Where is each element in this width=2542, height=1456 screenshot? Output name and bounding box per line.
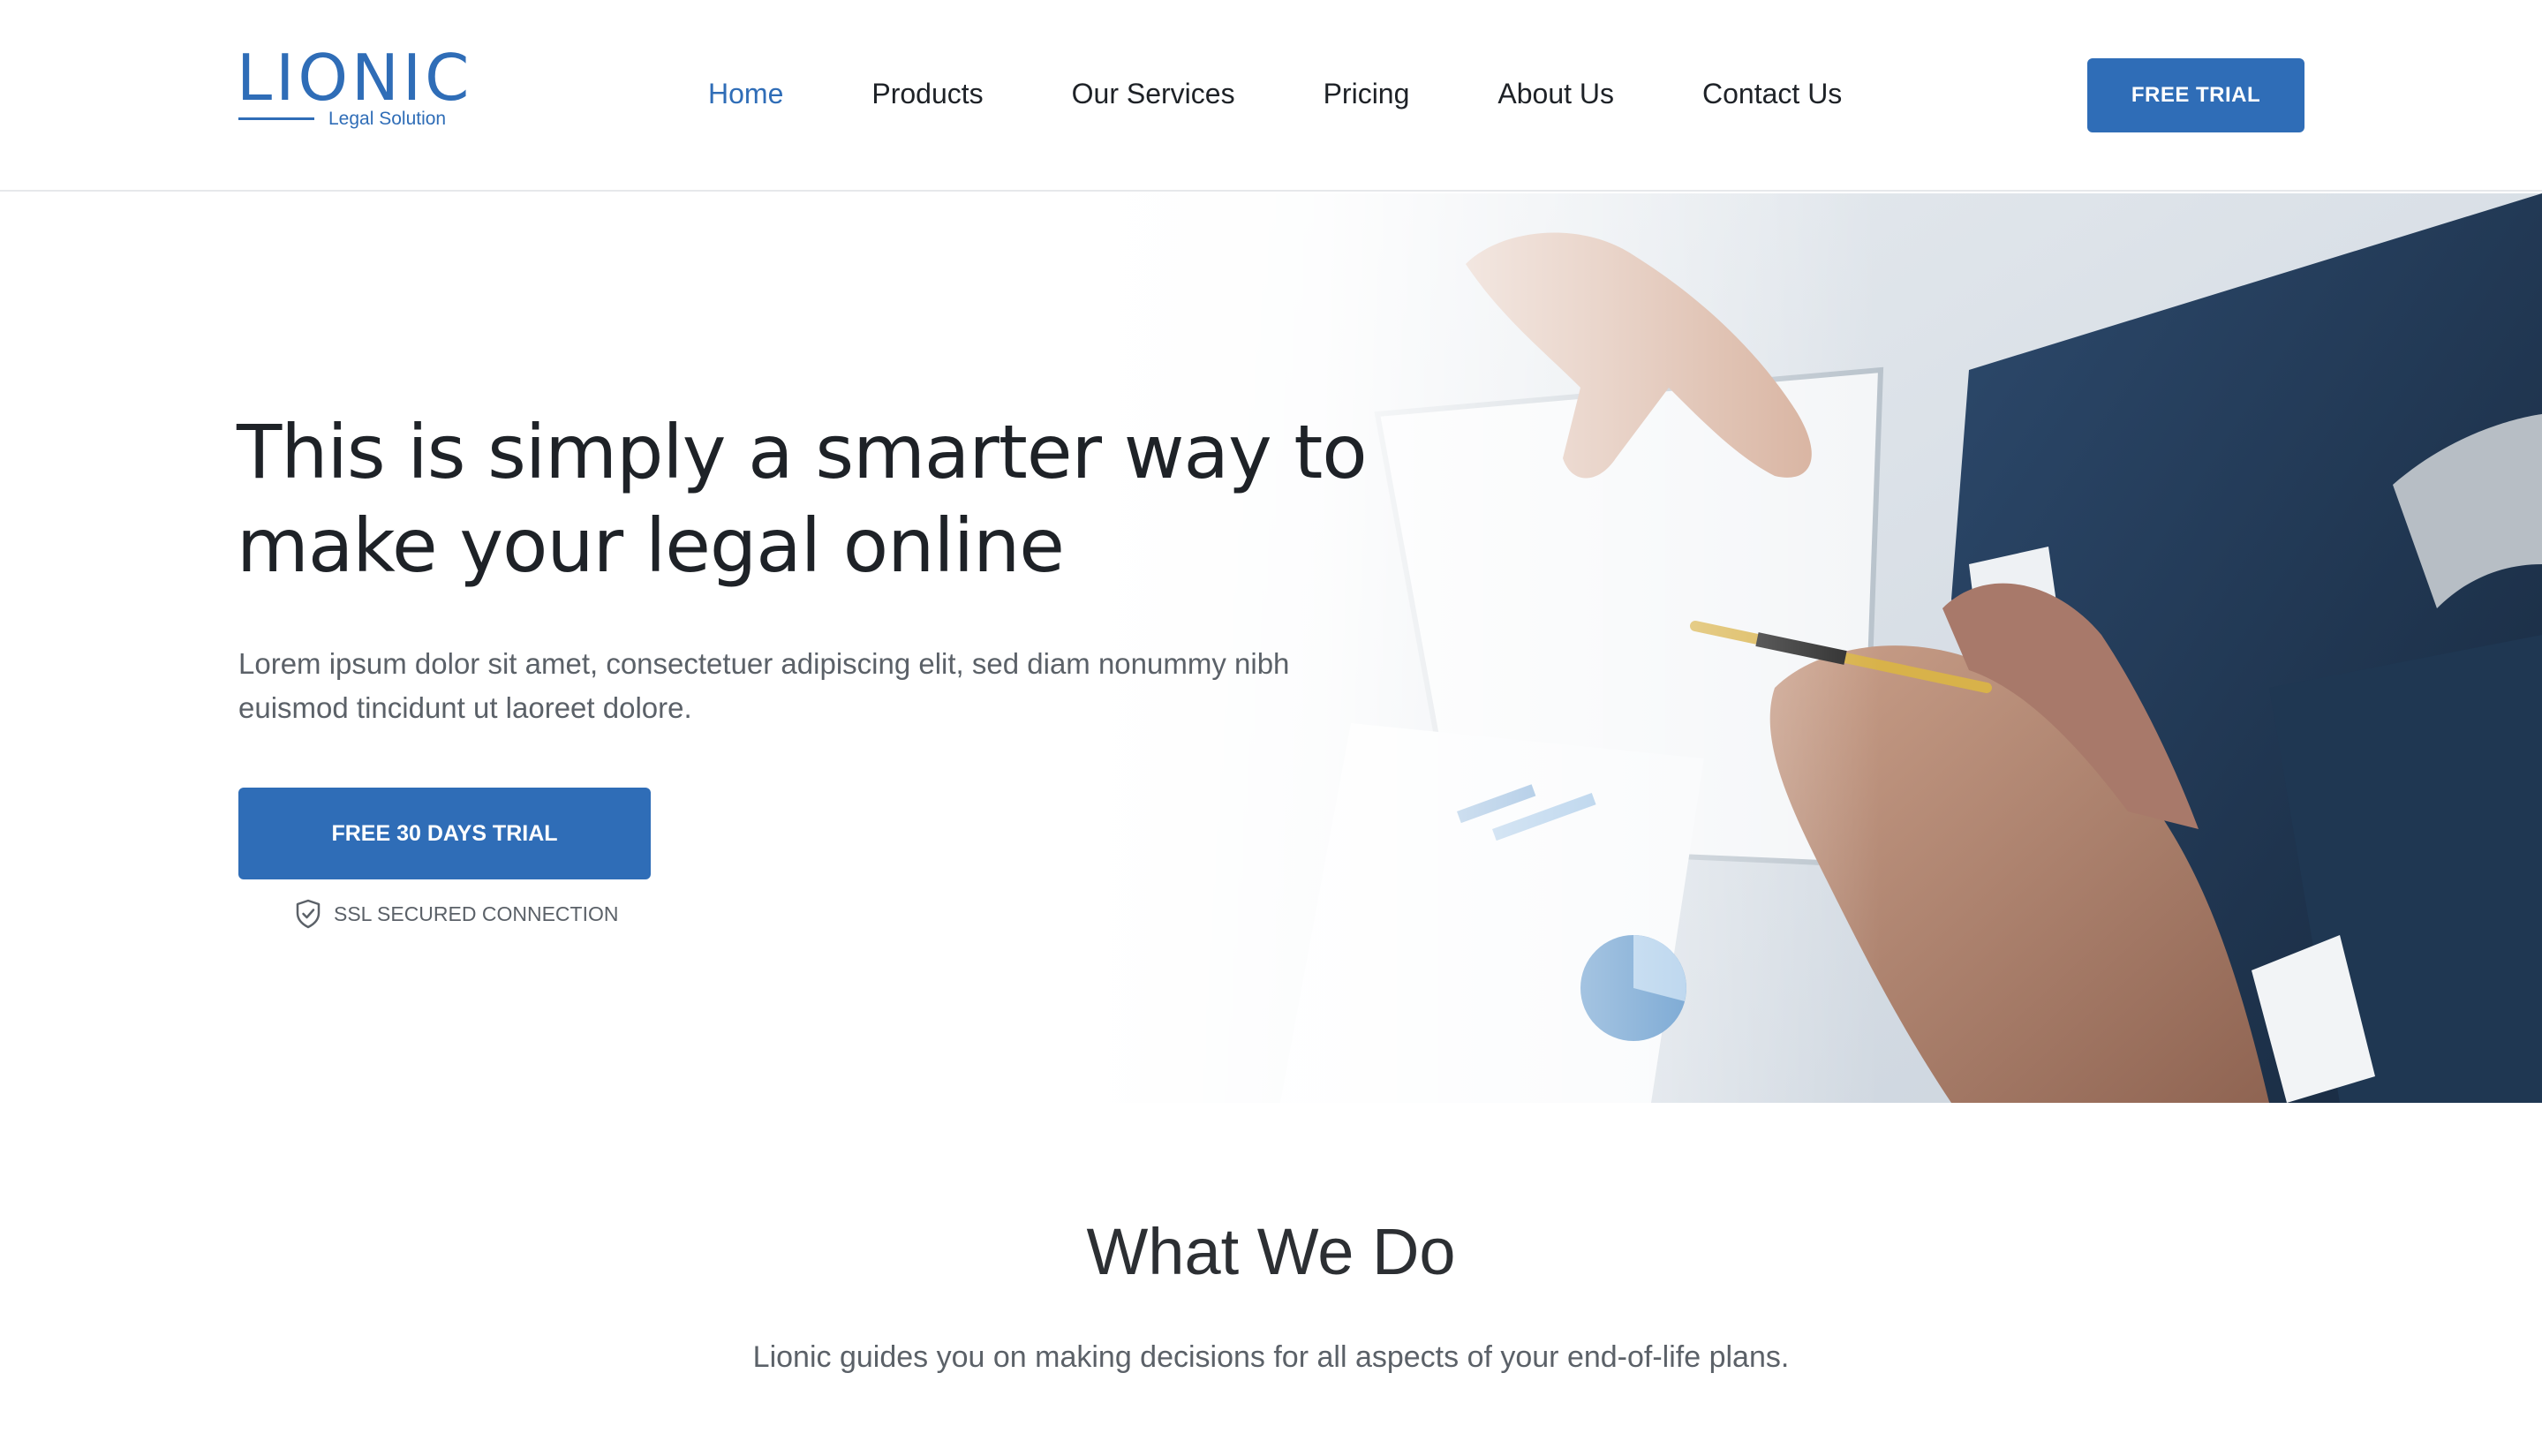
free-trial-button[interactable]: FREE TRIAL [2087,58,2304,132]
ssl-badge: SSL SECURED CONNECTION [295,896,618,932]
nav-item-about-us[interactable]: About Us [1497,78,1614,110]
what-we-do-subtitle: Lionic guides you on making decisions fo… [752,1340,1790,1374]
shield-check-icon [296,899,321,929]
hero-description: Lorem ipsum dolor sit amet, consectetuer… [238,647,1290,724]
hero-title: This is simply a smarter way to make you… [237,409,1368,589]
brand-tagline: Legal Solution [328,109,447,129]
hero-section: This is simply a smarter way to make you… [0,193,2542,1103]
brand-name: LIONIC [237,41,473,115]
what-we-do-title: What We Do [1086,1215,1456,1288]
nav-item-home[interactable]: Home [708,78,783,110]
logo-underline [238,117,314,120]
nav-item-our-services[interactable]: Our Services [1072,78,1235,110]
site-header: LIONIC Legal Solution Home Products Our … [0,0,2542,192]
brand-logo[interactable]: LIONIC Legal Solution [237,46,469,134]
main-nav: Home Products Our Services Pricing About… [708,76,1930,111]
nav-item-pricing[interactable]: Pricing [1324,78,1410,110]
nav-item-contact-us[interactable]: Contact Us [1702,78,1842,110]
ssl-label: SSL SECURED CONNECTION [334,902,619,925]
nav-item-products[interactable]: Products [871,78,983,110]
free-30-days-trial-button[interactable]: FREE 30 DAYS TRIAL [238,788,651,879]
